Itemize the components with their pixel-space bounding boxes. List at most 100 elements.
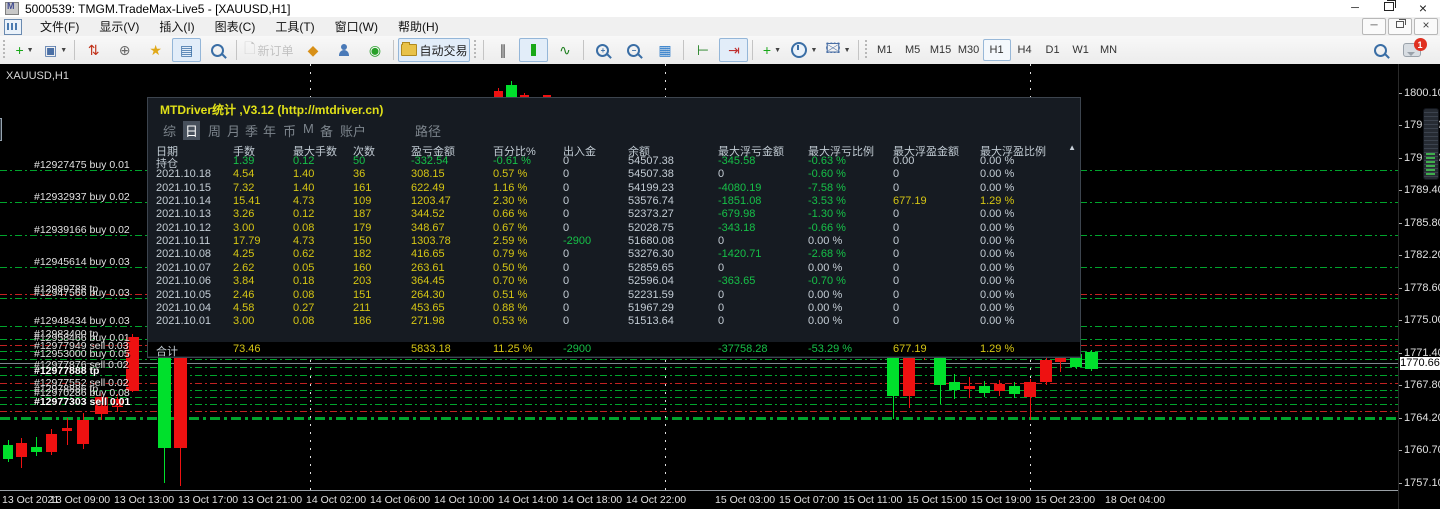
table-row[interactable]: 2021.10.072.620.05160263.610.50 %052859.…: [148, 262, 1080, 275]
timeframe-m30-button[interactable]: M30: [955, 39, 983, 61]
menu-item[interactable]: 插入(I): [149, 16, 204, 37]
periods-button[interactable]: ▼: [788, 38, 820, 62]
timeframe-h1-button[interactable]: H1: [983, 39, 1011, 61]
window-restore-button[interactable]: [1372, 0, 1406, 17]
panel-tab-季[interactable]: 季: [243, 121, 260, 140]
autotrade-button[interactable]: 自动交易: [398, 38, 470, 62]
table-row[interactable]: 2021.10.1117.794.731501303.782.59 %-2900…: [148, 235, 1080, 248]
panel-tab-周[interactable]: 周: [206, 121, 223, 140]
panel-tab-账户[interactable]: 账户: [338, 121, 368, 140]
table-row[interactable]: 持仓1.390.1250-332.54-0.61 %054507.38-345.…: [148, 155, 1080, 168]
timeframe-m15-button[interactable]: M15: [927, 39, 955, 61]
order-line[interactable]: [0, 367, 1398, 368]
timeframe-m1-button[interactable]: M1: [871, 39, 899, 61]
panel-tab-年[interactable]: 年: [261, 121, 278, 140]
experts-button[interactable]: [329, 38, 358, 62]
panel-move-button[interactable]: 移: [0, 118, 2, 141]
symbols-updown-button[interactable]: ⇅: [79, 38, 108, 62]
position-label[interactable]: #12977888 tp: [34, 365, 99, 377]
zoom-out-button[interactable]: −: [619, 38, 648, 62]
menu-item[interactable]: 窗口(W): [325, 16, 388, 37]
tile-windows-button[interactable]: ▦: [650, 38, 679, 62]
market-watch-button[interactable]: ▤: [172, 38, 201, 62]
table-row[interactable]: 2021.10.133.260.12187344.520.66 %052373.…: [148, 208, 1080, 221]
zoom-in-button[interactable]: +: [588, 38, 617, 62]
chart-minimize-button[interactable]: ─: [1362, 18, 1386, 35]
signals-button[interactable]: ◉: [360, 38, 389, 62]
position-label[interactable]: #12927475 buy 0.01: [34, 159, 130, 171]
panel-tab-币[interactable]: 币: [281, 121, 298, 140]
position-label[interactable]: #12947566 buy 0.03: [34, 287, 130, 299]
order-line[interactable]: [0, 375, 1398, 376]
candle-wick: [67, 418, 68, 445]
chart-profiles-button[interactable]: ▣▼: [41, 38, 70, 62]
table-cell: 0.67 %: [493, 222, 527, 234]
table-cell: 0: [893, 315, 899, 327]
candles-chart-button[interactable]: [519, 38, 548, 62]
table-row[interactable]: 2021.10.044.580.27211453.650.88 %051967.…: [148, 302, 1080, 315]
autoscroll-button[interactable]: ⇥: [719, 38, 748, 62]
table-row[interactable]: 2021.10.052.460.08151264.300.51 %052231.…: [148, 289, 1080, 302]
position-label[interactable]: #12945614 buy 0.03: [34, 256, 130, 268]
menu-item[interactable]: 帮助(H): [388, 16, 449, 37]
panel-tab-M[interactable]: M: [301, 121, 316, 136]
notifications-button[interactable]: 1: [1397, 38, 1426, 62]
timeframe-w1-button[interactable]: W1: [1067, 39, 1095, 61]
search-button[interactable]: [1366, 38, 1395, 62]
new-order-button[interactable]: 🗋新订单: [241, 38, 296, 62]
window-minimize-button[interactable]: ─: [1338, 0, 1372, 17]
panel-tab-日[interactable]: 日: [183, 121, 200, 140]
crosshair-button[interactable]: ⊕: [110, 38, 139, 62]
table-row[interactable]: 2021.10.063.840.18203364.450.70 %052596.…: [148, 275, 1080, 288]
indicators-button[interactable]: +▼: [757, 38, 786, 62]
panel-tab-路径[interactable]: 路径: [413, 121, 443, 140]
order-line[interactable]: [0, 359, 1398, 360]
menu-item[interactable]: 文件(F): [30, 16, 89, 37]
table-cell: 2021.10.08: [156, 248, 211, 260]
timeframe-mn-button[interactable]: MN: [1095, 39, 1123, 61]
order-line[interactable]: [0, 397, 1398, 398]
tp-line[interactable]: [0, 411, 1398, 412]
panel-tab-备[interactable]: 备: [318, 121, 335, 140]
timeframe-d1-button[interactable]: D1: [1039, 39, 1067, 61]
bars-chart-button[interactable]: ∥: [488, 38, 517, 62]
price-axis[interactable]: 1800.101796.501793.001789.401785.801782.…: [1398, 64, 1440, 509]
table-row[interactable]: 2021.10.084.250.62182416.650.79 %053276.…: [148, 248, 1080, 261]
table-cell: 2021.10.07: [156, 262, 211, 274]
templates-button[interactable]: 🖾▼: [822, 38, 853, 62]
data-window-button[interactable]: [203, 38, 232, 62]
table-row[interactable]: 2021.10.013.000.08186271.980.53 %051513.…: [148, 315, 1080, 328]
panel-tab-综[interactable]: 综: [161, 121, 178, 140]
tp-line[interactable]: [0, 383, 1398, 384]
table-row[interactable]: 2021.10.1415.414.731091203.472.30 %05357…: [148, 195, 1080, 208]
scrollbar-thumb[interactable]: [1423, 108, 1439, 180]
menu-item[interactable]: 工具(T): [265, 16, 324, 37]
position-label[interactable]: #12932937 buy 0.02: [34, 191, 130, 203]
position-label[interactable]: #12977303 sell 0.01: [34, 396, 130, 408]
chart-close-button[interactable]: ×: [1414, 18, 1438, 35]
menu-item[interactable]: 显示(V): [89, 16, 149, 37]
timeframe-h4-button[interactable]: H4: [1011, 39, 1039, 61]
order-line[interactable]: [0, 417, 1398, 420]
order-line[interactable]: [0, 390, 1398, 391]
menu-item[interactable]: 图表(C): [205, 16, 266, 37]
panel-tab-月[interactable]: 月: [225, 121, 242, 140]
shift-chart-button[interactable]: ⊢: [688, 38, 717, 62]
panel-scroll-up-icon[interactable]: ▲: [1068, 143, 1076, 152]
order-line[interactable]: [0, 404, 1398, 405]
table-row[interactable]: 2021.10.157.321.40161622.491.16 %054199.…: [148, 182, 1080, 195]
table-row[interactable]: 2021.10.184.541.4036308.150.57 %054507.3…: [148, 168, 1080, 181]
time-axis[interactable]: 13 Oct 202113 Oct 09:0013 Oct 13:0013 Oc…: [0, 490, 1398, 509]
position-label[interactable]: #12948434 buy 0.03: [34, 315, 130, 327]
window-close-button[interactable]: ×: [1406, 0, 1440, 17]
table-row[interactable]: 2021.10.123.000.08179348.670.67 %052028.…: [148, 222, 1080, 235]
candle: [158, 356, 171, 448]
line-chart-button[interactable]: ∿: [550, 38, 579, 62]
chart-restore-button[interactable]: [1388, 18, 1412, 35]
position-label[interactable]: #12939166 buy 0.02: [34, 224, 130, 236]
depth-of-market-button[interactable]: ◆: [298, 38, 327, 62]
new-chart-button[interactable]: +▼: [10, 38, 39, 62]
table-cell: 0.08: [293, 289, 314, 301]
timeframe-m5-button[interactable]: M5: [899, 39, 927, 61]
favorites-button[interactable]: ★: [141, 38, 170, 62]
